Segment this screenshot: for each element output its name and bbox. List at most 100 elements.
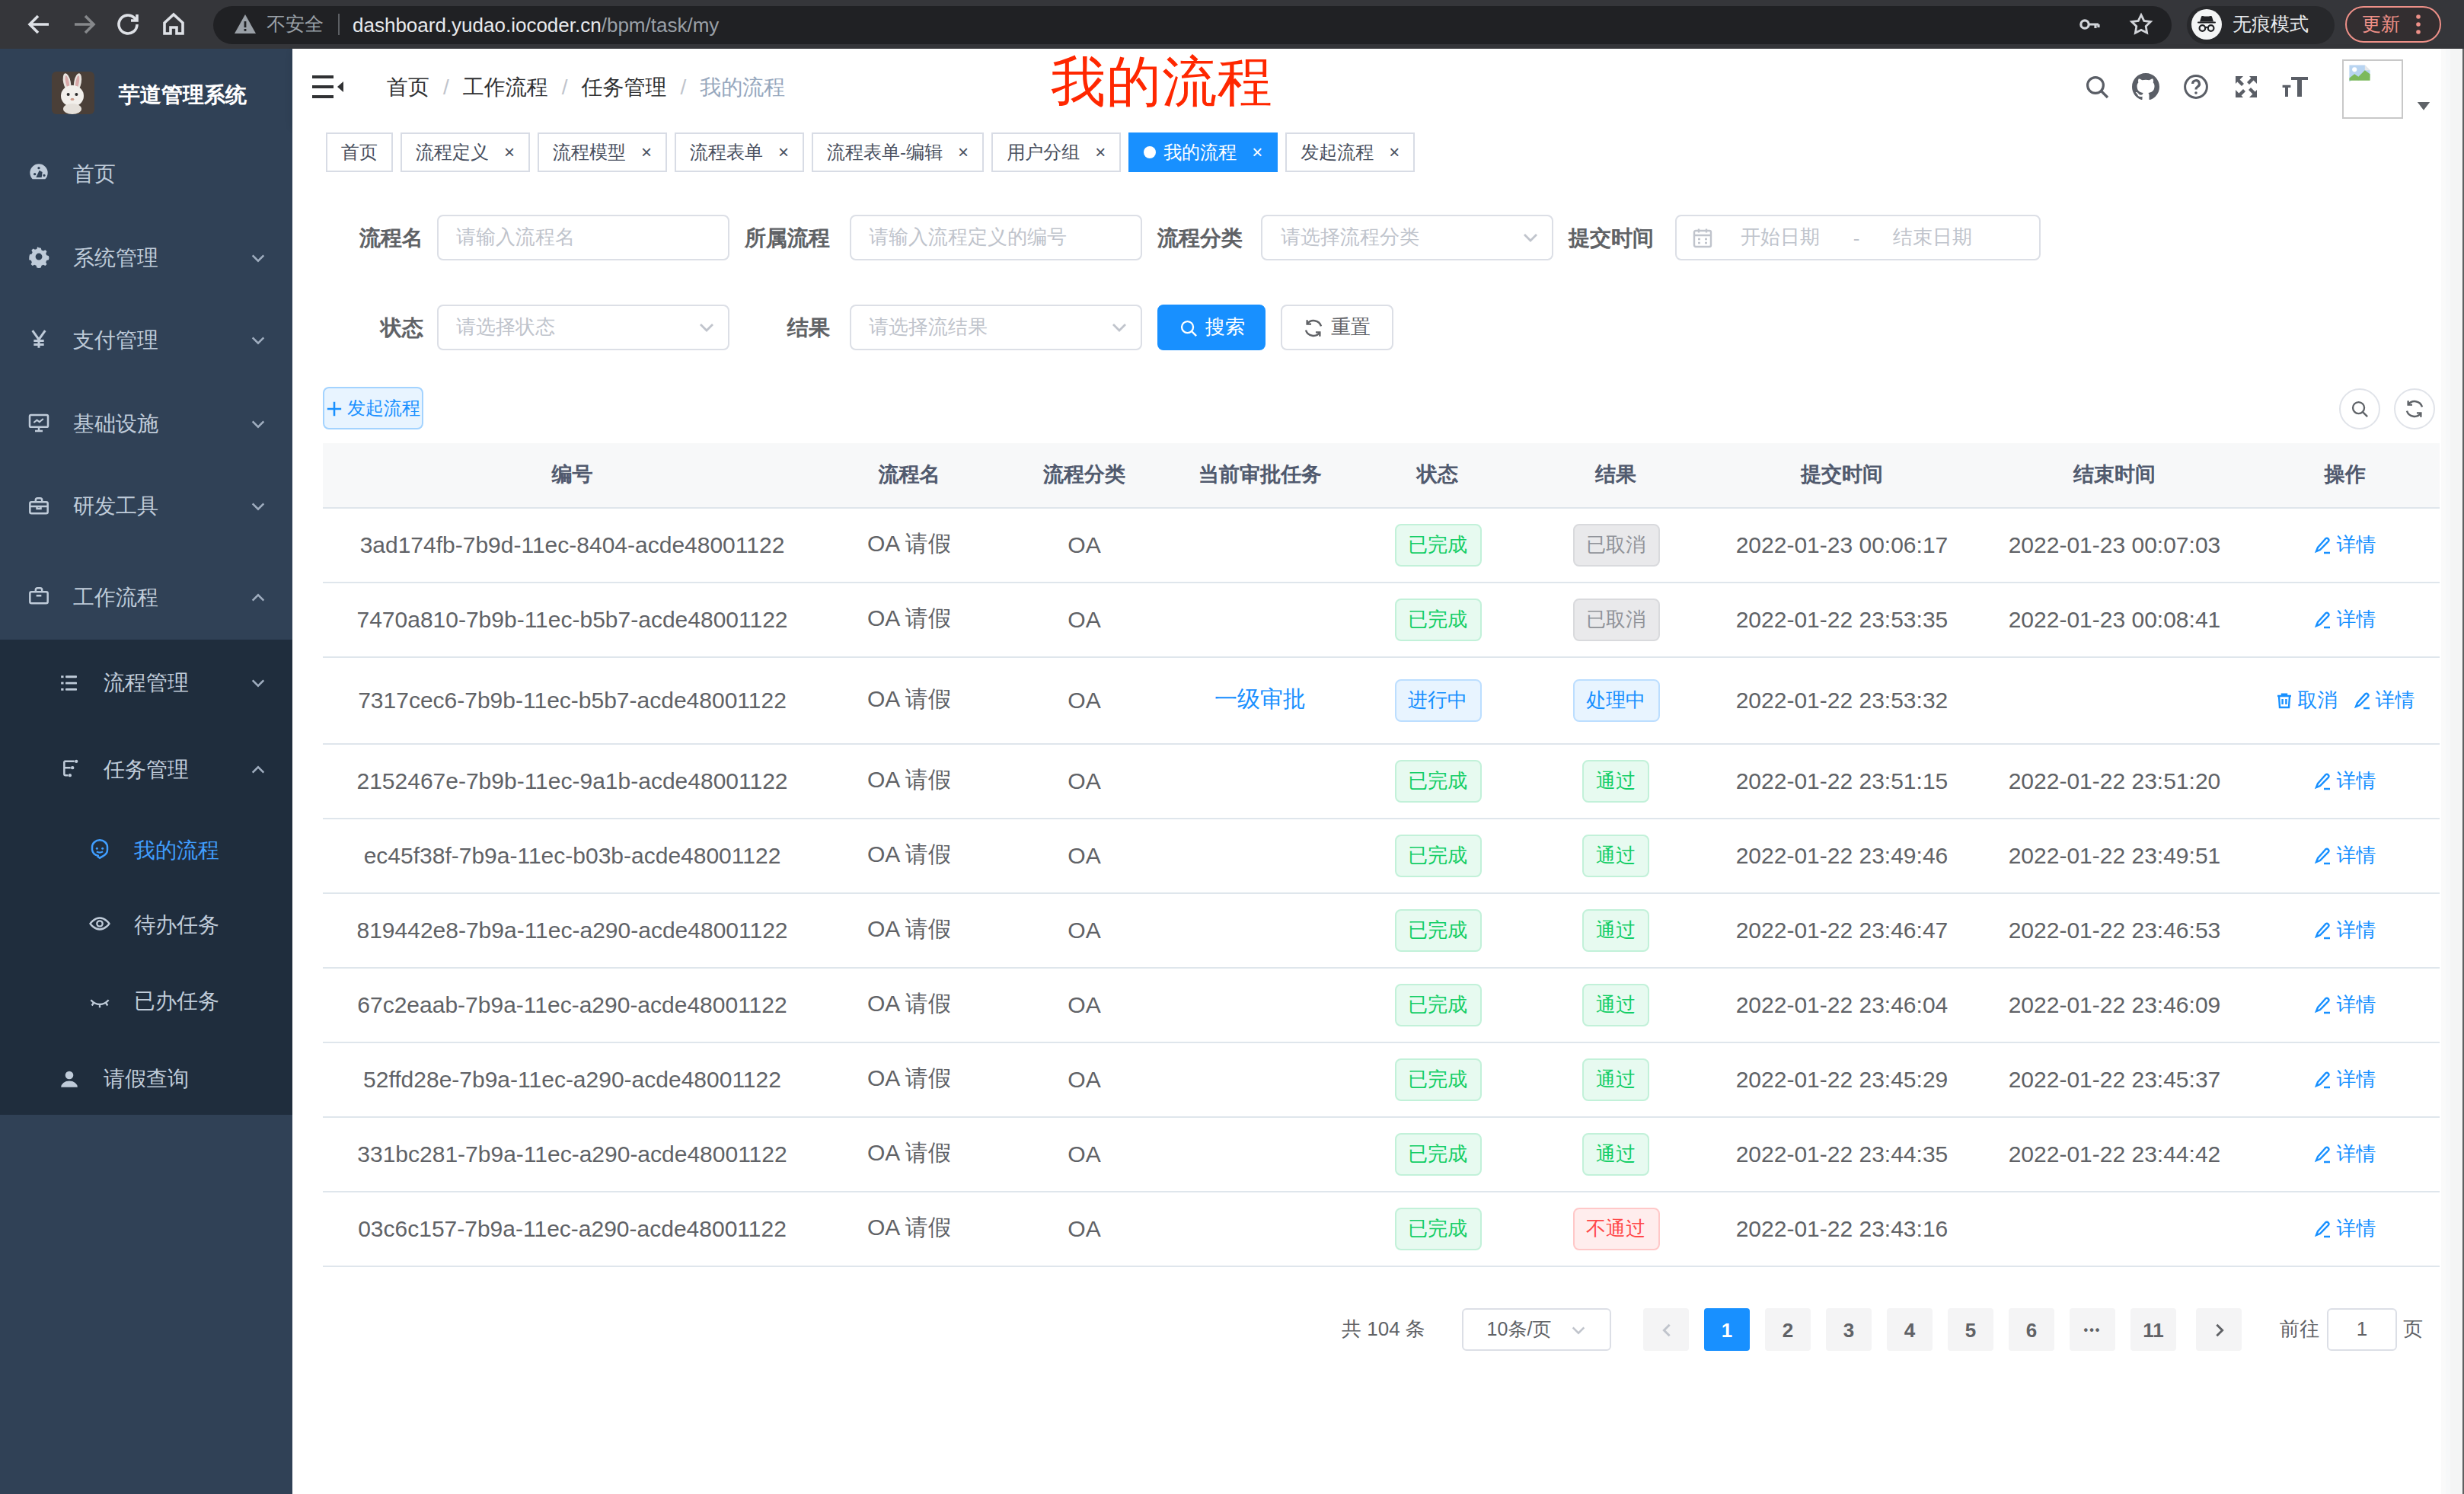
- sidebar-item-流程管理[interactable]: 流程管理: [0, 641, 292, 723]
- sidebar-item-已办任务[interactable]: 已办任务: [0, 959, 292, 1042]
- tab-首页[interactable]: 首页: [326, 132, 393, 172]
- sidebar-item-工作流程[interactable]: 工作流程: [0, 555, 292, 637]
- cell-category: OA: [997, 968, 1172, 1041]
- tab-close-icon[interactable]: ×: [1389, 143, 1400, 161]
- browser-forward-icon[interactable]: [70, 11, 97, 38]
- cell-process-name: OA 请假: [822, 1192, 997, 1265]
- sidebar-item-任务管理[interactable]: 任务管理: [0, 727, 292, 809]
- table-row: 52ffd28e-7b9a-11ec-a290-acde48001122OA 请…: [323, 1042, 2440, 1117]
- browser-back-icon[interactable]: [26, 11, 53, 38]
- search-button[interactable]: 搜索: [1157, 305, 1266, 350]
- pagination-page-6[interactable]: 6: [2009, 1308, 2054, 1351]
- tab-用户分组[interactable]: 用户分组×: [991, 132, 1121, 172]
- text-size-icon[interactable]: [2281, 73, 2312, 101]
- header-search-icon[interactable]: [2083, 73, 2111, 101]
- sidebar-item-研发工具[interactable]: 研发工具: [0, 464, 292, 547]
- not-secure-warning-icon: [233, 12, 257, 37]
- status-badge: 已完成: [1394, 1207, 1481, 1250]
- create-process-button[interactable]: 发起流程: [323, 387, 423, 429]
- sidebar-item-基础设施[interactable]: 基础设施: [0, 381, 292, 464]
- breadcrumb-item[interactable]: 工作流程: [463, 75, 548, 99]
- cell-submit-time: 2022-01-22 23:43:16: [1705, 1192, 1979, 1265]
- help-icon[interactable]: [2182, 73, 2210, 101]
- detail-link[interactable]: 详情: [2314, 1140, 2376, 1167]
- tab-close-icon[interactable]: ×: [958, 143, 969, 161]
- detail-link[interactable]: 详情: [2353, 686, 2415, 713]
- column-header: 当前审批任务: [1172, 442, 1348, 506]
- github-icon[interactable]: [2132, 73, 2159, 101]
- breadcrumb-item[interactable]: 首页: [387, 75, 429, 99]
- filter-result-select[interactable]: 请选择流结果: [849, 305, 1141, 350]
- active-tab-dot: [1144, 146, 1156, 158]
- filter-time-range[interactable]: 开始日期 - 结束日期: [1675, 215, 2041, 260]
- sidebar-fold-icon[interactable]: [311, 72, 344, 102]
- tab-我的流程[interactable]: 我的流程×: [1128, 132, 1278, 172]
- cell-category: OA: [997, 819, 1172, 892]
- robot-icon: [88, 838, 111, 860]
- tab-close-icon[interactable]: ×: [778, 143, 789, 161]
- browser-update-button[interactable]: 更新: [2345, 6, 2441, 43]
- breadcrumb-item[interactable]: 任务管理: [582, 75, 667, 99]
- browser-home-icon[interactable]: [160, 11, 187, 38]
- reset-button[interactable]: 重置: [1281, 305, 1393, 350]
- pagination-page-1[interactable]: 1: [1704, 1308, 1750, 1351]
- sidebar-item-请假查询[interactable]: 请假查询: [0, 1037, 292, 1119]
- avatar[interactable]: [2342, 59, 2403, 118]
- tab-label: 流程定义: [416, 134, 489, 171]
- cancel-link[interactable]: 取消: [2275, 686, 2338, 713]
- detail-link[interactable]: 详情: [2314, 531, 2376, 558]
- pagination-page-11[interactable]: 11: [2130, 1308, 2176, 1351]
- pagination-page-2[interactable]: 2: [1765, 1308, 1811, 1351]
- avatar-dropdown-caret[interactable]: [2417, 101, 2430, 111]
- tab-流程模型[interactable]: 流程模型×: [538, 132, 667, 172]
- detail-link[interactable]: 详情: [2314, 1215, 2376, 1242]
- pagination-page-5[interactable]: 5: [1948, 1308, 1993, 1351]
- pagination-ellipsis[interactable]: •••: [2070, 1308, 2115, 1351]
- process-table: 编号流程名流程分类当前审批任务状态结果提交时间结束时间操作3ad174fb-7b…: [323, 442, 2440, 1266]
- tab-close-icon[interactable]: ×: [504, 143, 515, 161]
- chevron-down-icon: [250, 415, 267, 432]
- chevron-down-icon: [1569, 1321, 1586, 1338]
- sidebar-item-待办任务[interactable]: 待办任务: [0, 883, 292, 965]
- detail-link[interactable]: 详情: [2314, 767, 2376, 794]
- pagination-jump-input[interactable]: 1: [2327, 1308, 2397, 1351]
- detail-link[interactable]: 详情: [2314, 916, 2376, 943]
- sidebar-item-首页[interactable]: 首页: [0, 132, 292, 214]
- tab-close-icon[interactable]: ×: [1252, 143, 1262, 161]
- tree-icon: [58, 757, 81, 780]
- key-icon[interactable]: [2077, 12, 2102, 37]
- tab-流程表单[interactable]: 流程表单×: [675, 132, 804, 172]
- tab-close-icon[interactable]: ×: [1095, 143, 1106, 161]
- tab-label: 发起流程: [1301, 134, 1374, 171]
- tab-流程定义[interactable]: 流程定义 ×: [401, 132, 530, 172]
- bookmark-star-icon[interactable]: [2129, 12, 2153, 37]
- browser-menu-icon[interactable]: [2409, 14, 2427, 35]
- column-header: 提交时间: [1705, 442, 1979, 506]
- toolbar-refresh-button[interactable]: [2394, 388, 2435, 429]
- detail-link[interactable]: 详情: [2314, 841, 2376, 869]
- cell-current-task-link[interactable]: 一级审批: [1214, 685, 1306, 714]
- cell-process-id: 67c2eaab-7b9a-11ec-a290-acde48001122: [323, 968, 822, 1041]
- cell-submit-time: 2022-01-22 23:46:47: [1705, 893, 1979, 966]
- tab-发起流程[interactable]: 发起流程 ×: [1285, 132, 1415, 172]
- detail-link[interactable]: 详情: [2314, 1065, 2376, 1093]
- fullscreen-icon[interactable]: [2233, 73, 2260, 101]
- page-size-select[interactable]: 10条/页: [1462, 1308, 1611, 1351]
- detail-link[interactable]: 详情: [2314, 605, 2376, 633]
- detail-link[interactable]: 详情: [2314, 991, 2376, 1018]
- pagination-next-button[interactable]: [2196, 1308, 2242, 1351]
- sidebar-item-支付管理[interactable]: 支付管理: [0, 298, 292, 380]
- browser-address-bar[interactable]: 不安全 dashboard.yudao.iocoder.cn/bpm/task/…: [213, 5, 2172, 43]
- pagination-page-3[interactable]: 3: [1826, 1308, 1872, 1351]
- pagination-page-4[interactable]: 4: [1887, 1308, 1933, 1351]
- pagination-prev-button[interactable]: [1643, 1308, 1689, 1351]
- app-logo-area[interactable]: 芋道管理系统: [0, 61, 292, 128]
- cell-category: OA: [997, 893, 1172, 966]
- cell-end-time: [1979, 1192, 2250, 1265]
- sidebar-item-我的流程[interactable]: 我的流程: [0, 808, 292, 890]
- tab-close-icon[interactable]: ×: [641, 143, 652, 161]
- tab-流程表单-编辑[interactable]: 流程表单-编辑×: [812, 132, 984, 172]
- browser-reload-icon[interactable]: [114, 11, 142, 38]
- toolbar-search-button[interactable]: [2338, 388, 2379, 429]
- sidebar-item-系统管理[interactable]: 系统管理: [0, 215, 292, 298]
